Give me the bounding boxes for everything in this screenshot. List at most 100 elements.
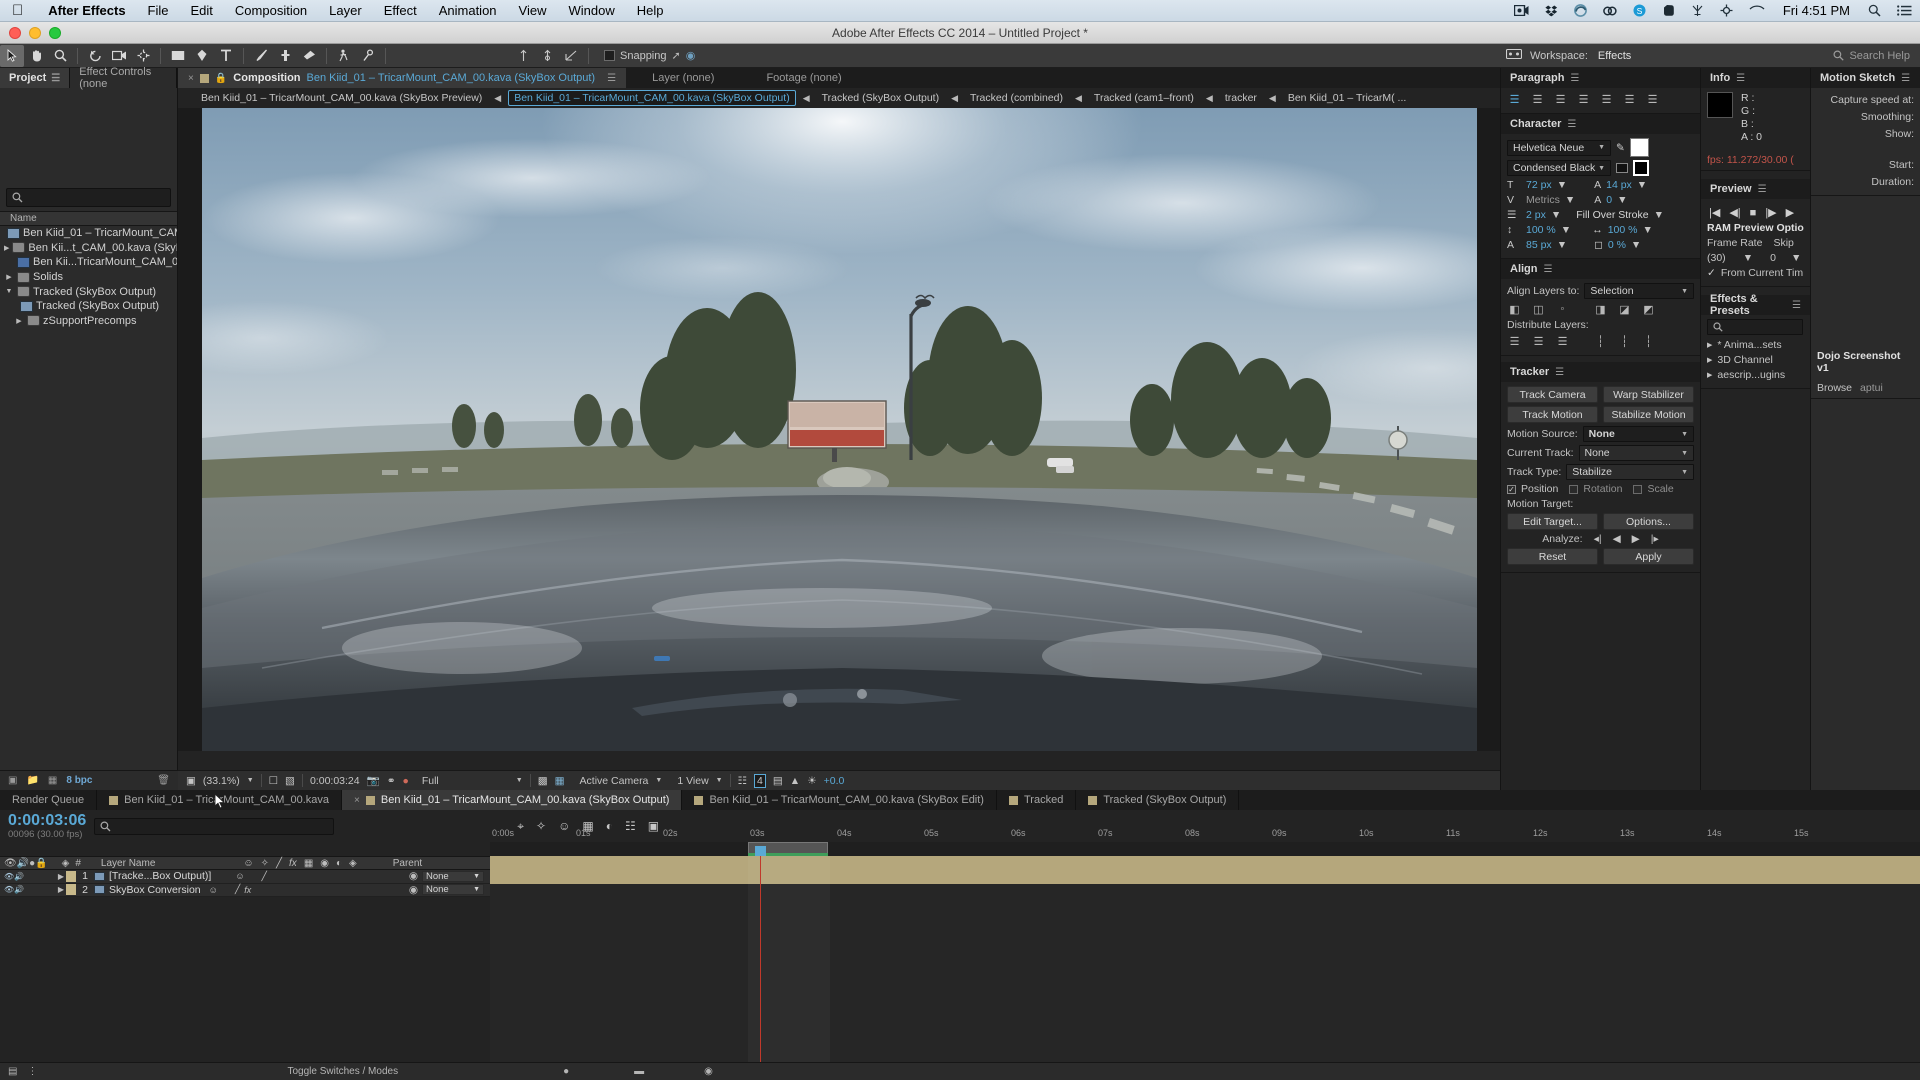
tab-render-queue[interactable]: Render Queue [0,790,98,810]
breadcrumb-item-1[interactable]: Ben Kiid_01 – TricarMount_CAM_00.kava (S… [508,90,796,106]
list-item[interactable]: ▼ Tracked (SkyBox Output) [0,284,177,299]
tab-comp-skybox-edit[interactable]: Ben Kiid_01 – TricarMount_CAM_00.kava (S… [682,790,997,810]
chevron-down-icon[interactable]: ▼ [473,873,480,880]
list-item[interactable]: ▶ Ben Kii...t_CAM_00.kava (SkyBox ( [0,241,177,256]
parent-pickwhip-icon[interactable]: ◉ [409,884,418,896]
breadcrumb-item-3[interactable]: Tracked (combined) [965,91,1068,105]
delete-icon[interactable]: 🗑 [157,775,170,786]
exposure-icon[interactable]: ☀ [807,775,816,787]
timeline-zoom-in-icon[interactable]: ◉ [704,1066,713,1077]
chevron-down-icon[interactable]: ▼ [716,777,723,784]
previous-frame-icon[interactable]: ◀| [1729,206,1740,219]
analyze-backward-icon[interactable]: ◀ [1613,533,1621,545]
timeline-search-input[interactable] [94,817,335,835]
panel-menu-icon[interactable]: ☰ [51,73,60,84]
view-layout-icon[interactable]: ▲ [790,775,800,787]
tab-effect-controls[interactable]: Effect Controls (none [70,66,177,90]
panel-menu-icon[interactable]: ☰ [1758,184,1767,195]
menu-animation[interactable]: Animation [428,0,508,22]
tab-tracked-skybox-output[interactable]: Tracked (SkyBox Output) [1076,790,1240,810]
effects-search-input[interactable] [1707,319,1803,335]
layer-name[interactable]: [Tracke...Box Output)] [109,870,211,882]
quality-icon[interactable]: ╱ [262,871,267,882]
horizontal-scale-value[interactable]: 100 % [1608,224,1638,236]
parent-group[interactable]: ◉ None ▼ [409,870,484,882]
snap-target-icon[interactable]: ◉ [686,49,696,62]
track-camera-button[interactable]: Track Camera [1507,386,1598,403]
camera-tool[interactable] [107,45,131,67]
tsume-value[interactable]: 0 % [1608,239,1626,251]
parent-pickwhip-icon[interactable]: ◉ [409,870,418,882]
toggle-grid-icon[interactable]: ▦ [555,775,565,787]
frame-blend-icon[interactable]: ▦ [304,858,313,869]
fill-color-swatch[interactable] [1629,138,1649,157]
chevron-down-icon[interactable]: ▼ [1598,144,1605,151]
next-frame-icon[interactable]: |▶ [1765,206,1776,219]
chevron-down-icon[interactable]: ▼ [516,777,523,784]
align-left-icon[interactable]: ☰ [1507,92,1522,106]
3d-layer-icon[interactable]: ◈ [349,858,357,869]
brush-tool[interactable] [249,45,273,67]
layer-track-2[interactable] [490,870,1920,884]
warp-stabilizer-button[interactable]: Warp Stabilizer [1603,386,1694,403]
list-item[interactable]: Ben Kiid_01 – TricarMount_CAM_( [0,226,177,241]
align-panel-header[interactable]: Align ☰ [1501,259,1700,279]
last-frame-icon[interactable]: ▶ [1786,206,1794,219]
position-checkbox[interactable]: ✓ [1507,484,1516,494]
chevron-down-icon[interactable]: ▼ [1631,239,1641,251]
stroke-color-swatch[interactable] [1633,160,1649,176]
antenna-icon[interactable] [1683,4,1712,17]
menu-composition[interactable]: Composition [224,0,318,22]
chevron-down-icon[interactable]: ▼ [655,777,662,784]
stabilize-motion-button[interactable]: Stabilize Motion [1603,406,1694,423]
view-value[interactable]: Active Camera [580,775,649,787]
tracker-panel-header[interactable]: Tracker ☰ [1501,362,1700,382]
shy-icon[interactable]: ☺ [243,858,253,869]
roto-brush-tool[interactable] [332,45,356,67]
align-vertical-center-icon[interactable]: ◪ [1617,302,1632,316]
always-preview-icon[interactable]: ▣ [186,775,196,787]
menu-help[interactable]: Help [626,0,675,22]
toggle-switches-modes-label[interactable]: Toggle Switches / Modes [287,1066,398,1077]
speaker-icon[interactable]: 🔊 [14,872,24,881]
toggle-switches-icon[interactable]: ▤ [8,1066,17,1077]
exposure-value[interactable]: +0.0 [824,775,845,787]
align-center-icon[interactable]: ☰ [1530,92,1545,106]
timeline-zoom-slider[interactable]: ▬ [634,1066,644,1077]
eye-icon[interactable]: 👁 [4,858,17,869]
frame-rate-value[interactable]: (30) [1707,252,1726,264]
browse-button[interactable]: Browse [1817,382,1852,394]
menu-view[interactable]: View [508,0,558,22]
crosshair-icon[interactable] [1712,4,1741,17]
tab-comp-skybox-output[interactable]: × Ben Kiid_01 – TricarMount_CAM_00.kava … [342,790,683,810]
new-folder-icon[interactable]: 📁 [26,775,38,786]
twirl-icon[interactable]: ▶ [56,885,66,894]
analyze-one-forward-icon[interactable]: |▸ [1651,533,1659,545]
align-horizontal-center-icon[interactable]: ◫ [1531,302,1546,316]
timeline-track-area[interactable] [490,856,1920,1080]
eyedropper-icon[interactable]: ✎ [1616,142,1625,154]
chevron-down-icon[interactable]: ▼ [1743,252,1753,264]
speaker-icon[interactable]: 🔊 [14,885,24,894]
twirl-icon[interactable]: ▶ [4,273,14,281]
panel-menu-icon[interactable]: ☰ [1544,264,1553,275]
breadcrumb-item-5[interactable]: tracker [1220,91,1262,105]
analyze-forward-icon[interactable]: ▶ [1632,533,1640,545]
analyze-one-back-icon[interactable]: ◂| [1594,533,1602,545]
list-item[interactable]: ▶ * Anima...sets [1707,339,1804,351]
panel-menu-icon[interactable]: ☰ [1792,300,1801,311]
current-time-group[interactable]: 0:00:03:06 00096 (30.00 fps) [8,812,86,840]
motion-blur-icon[interactable]: ◉ [320,858,329,869]
zoom-level-value[interactable]: (33.1%) [203,775,240,787]
timeline-zoom-out-icon[interactable]: ● [563,1066,569,1077]
align-top-edges-icon[interactable]: ◨ [1593,302,1608,316]
anchor-point-tool[interactable] [131,45,155,67]
list-icon[interactable] [1889,5,1920,16]
puppet-pin-tool[interactable] [356,45,380,67]
timeline-ruler[interactable]: 0:00s 01s 02s 03s 04s 05s 06s 07s 08s 09… [490,810,1920,842]
distribute-right-icon[interactable]: ┆ [1641,334,1656,348]
composition-canvas[interactable] [201,108,1477,751]
ram-preview-options-row[interactable]: RAM Preview Optio [1707,222,1804,234]
eraser-tool[interactable] [297,45,321,67]
list-item[interactable]: ▶ aescrip...ugins [1707,369,1804,381]
